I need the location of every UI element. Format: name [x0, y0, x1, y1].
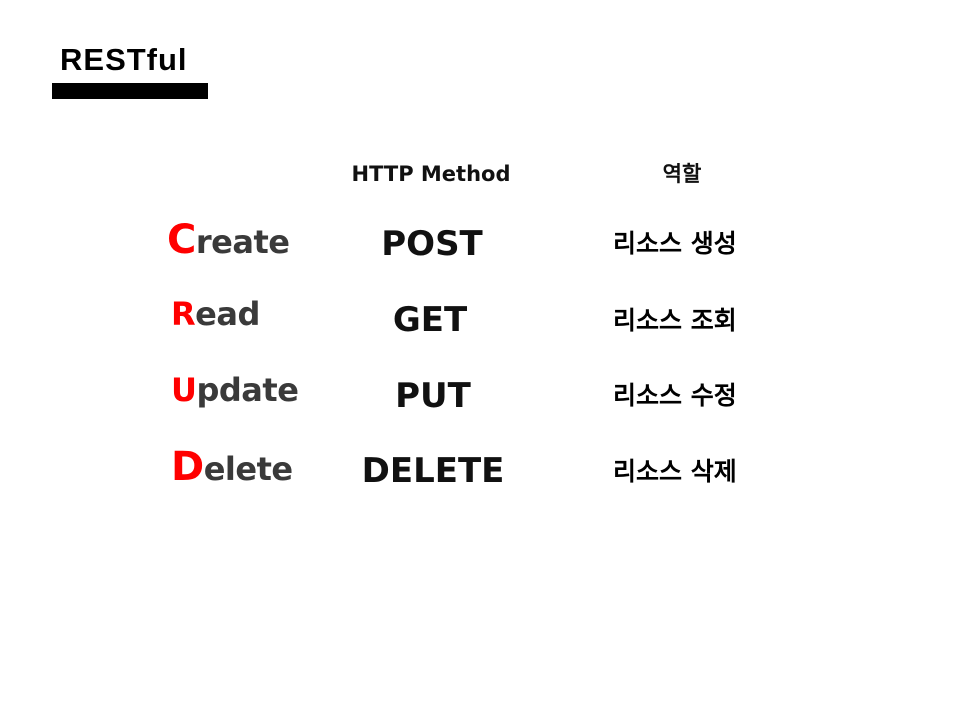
method-delete: DELETE	[361, 451, 505, 491]
role-delete: 리소스 삭제	[613, 457, 737, 486]
crud-delete-initial: D	[171, 444, 204, 490]
method-post: POST	[381, 224, 483, 264]
crud-read-rest: ead	[195, 295, 260, 333]
crud-create-initial: C	[167, 217, 196, 263]
role-create: 리소스 생성	[613, 229, 737, 258]
role-update: 리소스 수정	[613, 381, 737, 410]
http-method-header: HTTP Method	[351, 162, 511, 186]
crud-update-word: Update	[171, 370, 299, 410]
method-put: PUT	[395, 376, 471, 416]
crud-read-initial: R	[171, 295, 196, 333]
role-read: 리소스 조회	[613, 306, 737, 335]
method-get: GET	[392, 300, 468, 340]
crud-delete-rest: elete	[203, 450, 293, 488]
crud-create-word: Create	[167, 217, 290, 263]
title-underline-bar	[52, 83, 208, 99]
crud-create-rest: reate	[195, 223, 290, 261]
crud-delete-word: Delete	[171, 447, 293, 489]
crud-read-word: Read	[171, 294, 260, 334]
slide-title: RESTful	[60, 42, 188, 77]
crud-update-initial: U	[171, 371, 197, 409]
crud-update-rest: pdate	[196, 371, 299, 409]
role-header: 역할	[662, 162, 702, 186]
